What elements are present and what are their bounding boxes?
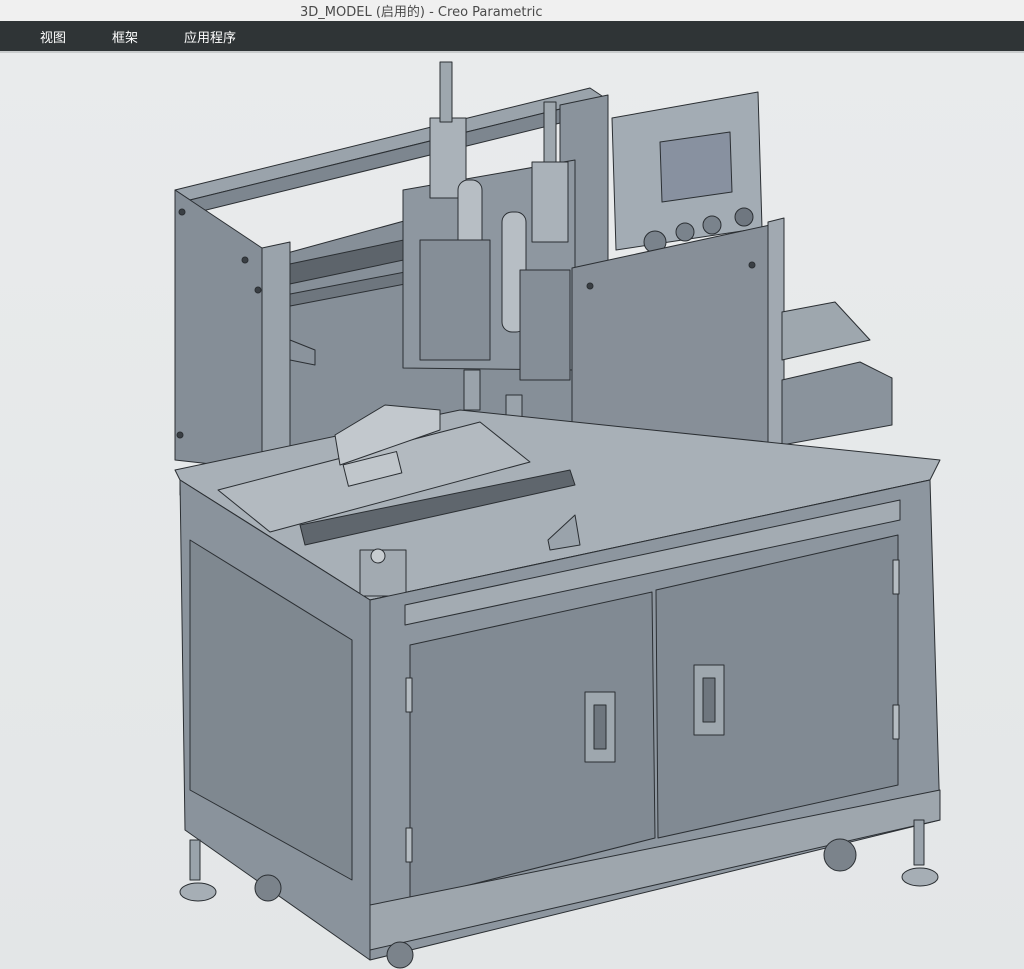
graphics-viewport[interactable] [0,53,1024,969]
caster-wheel [386,941,414,969]
emergency-button [734,207,754,227]
spindle-rod-left [439,61,453,123]
bolt [748,261,756,269]
control-button [702,215,722,235]
tool-tip-left [463,369,481,411]
left-column-front [261,241,291,476]
hinge [892,559,900,595]
bolt [586,282,594,290]
menu-item-frame[interactable]: 框架 [112,27,138,46]
window-title: 3D_MODEL (启用的) - Creo Parametric [300,5,543,20]
window-title-bar: 3D_MODEL (启用的) - Creo Parametric [0,0,1024,21]
bolt [241,256,249,264]
caster-wheel [823,838,857,872]
control-button [675,222,695,242]
menu-item-applications[interactable]: 应用程序 [184,27,236,46]
hinge [892,704,900,740]
bolt [176,431,184,439]
leveling-foot-pad [179,882,217,902]
left-side-panel [174,189,266,471]
leveling-foot-stem [189,839,201,881]
menu-item-view[interactable]: 视图 [40,27,66,46]
menu-bar: 视图 框架 应用程序 [0,21,1024,53]
bolt [254,286,262,294]
hinge [405,827,413,863]
side-feeder-block [781,361,893,446]
machine-3d-model [174,61,941,969]
hinge [405,677,413,713]
side-feeder-plate [781,301,871,361]
bolt [178,208,186,216]
door-handle-right-grip [702,677,716,723]
leveling-foot-pad [901,867,939,887]
caster-wheel [254,874,282,902]
start-button [370,548,386,564]
leveling-foot-stem [913,819,925,866]
tool-holder-right [519,269,571,381]
control-panel-screen [659,131,733,203]
spindle-rod-right [543,101,557,163]
door-handle-left-grip [593,704,607,750]
tool-holder-left [419,239,491,361]
cylinder-right [531,161,569,243]
